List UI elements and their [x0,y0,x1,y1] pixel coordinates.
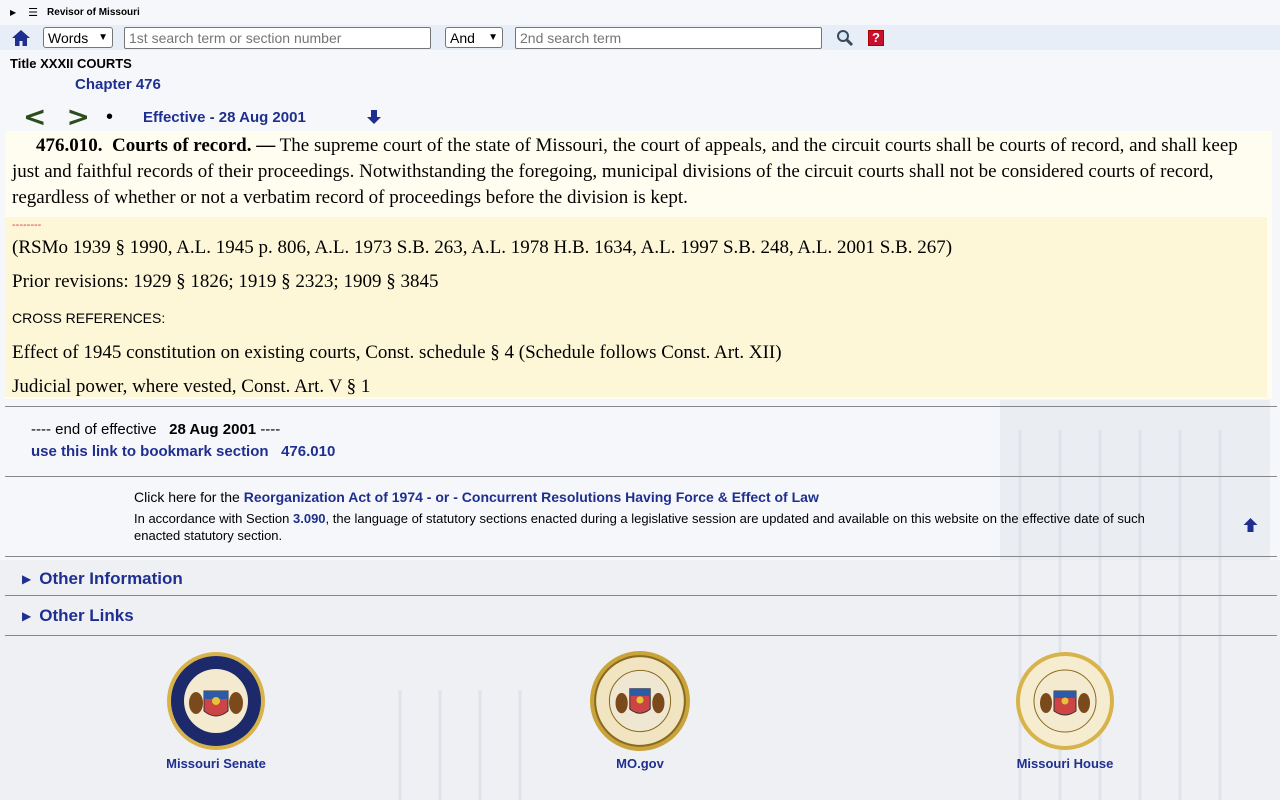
end-of-effective: ---- end of effective 28 Aug 2001 ---- [31,421,281,438]
cross-references-heading: CROSS REFERENCES: [12,310,166,326]
section-number: 476.010. [36,135,103,156]
other-information-toggle[interactable]: ▶ Other Information [22,569,183,589]
section-3090-link[interactable]: 3.090 [293,511,326,526]
section-nav: < > • Effective - 28 Aug 2001 [0,101,1280,133]
arrow-up-icon[interactable] [1242,517,1259,533]
expand-triangle-icon[interactable]: ▶ [10,8,16,17]
missouri-house-link[interactable]: Missouri House [965,650,1165,771]
search-icon[interactable] [836,29,854,47]
title-heading: Title XXXII COURTS [10,56,132,71]
concurrent-resolutions-link[interactable]: Concurrent Resolutions Having Force & Ef… [462,489,819,505]
house-label: Missouri House [1016,756,1114,771]
divider [5,476,1277,477]
senate-label: Missouri Senate [166,756,266,771]
missouri-senate-link[interactable]: Missouri Senate [116,650,316,771]
bookmark-link[interactable]: use this link to bookmark section 476.01… [31,443,335,460]
help-button[interactable]: ? [868,29,884,46]
site-title: Revisor of Missouri [47,7,140,18]
chevron-down-icon: ▼ [98,32,108,43]
house-seal-icon [1016,652,1114,750]
chevron-down-icon: ▼ [488,32,498,43]
next-section-button[interactable]: > [66,103,89,131]
arrow-down-icon[interactable] [366,109,382,125]
divider [5,595,1277,596]
reorg-act-link[interactable]: Reorganization Act of 1974 [244,489,423,505]
section-heading: Courts of record. — [112,135,276,156]
history-citation: (RSMo 1939 § 1990, A.L. 1945 p. 806, A.L… [12,237,953,258]
search-bar: Words ▼ 1st search term or section number… [0,25,1280,50]
other-links-toggle[interactable]: ▶ Other Links [22,606,134,626]
home-icon[interactable] [11,28,31,48]
state-seal-icon [590,651,690,751]
search-mode-select[interactable]: Words ▼ [43,27,113,48]
reorg-notice: Click here for the Reorganization Act of… [134,489,1145,543]
expand-triangle-icon: ▶ [22,609,32,623]
effective-date: Effective - 28 Aug 2001 [142,108,306,126]
current-section-dot[interactable]: • [106,106,113,129]
search-term-2-input[interactable]: 2nd search term [515,26,822,49]
menu-icon[interactable]: ☰ [28,6,38,19]
expand-triangle-icon: ▶ [22,572,32,586]
cross-reference-item: Judicial power, where vested, Const. Art… [12,376,371,397]
senate-seal-icon [167,652,265,750]
chapter-link[interactable]: Chapter 476 [75,76,1280,93]
cross-reference-item: Effect of 1945 constitution on existing … [12,342,782,363]
divider [5,556,1277,557]
reorg-separator: - or - [426,489,458,505]
mogov-label: MO.gov [616,756,664,771]
search-term-1-input[interactable]: 1st search term or section number [124,26,431,49]
prev-section-button[interactable]: < [23,103,46,131]
top-strip: ▶ ☰ Revisor of Missouri [0,0,1280,25]
search-operator-select[interactable]: And ▼ [445,27,503,48]
history-separator: -------- [12,219,42,231]
section-text: 476.010. Courts of record. — The supreme… [12,133,1252,211]
divider [5,406,1277,407]
prior-revisions: Prior revisions: 1929 § 1826; 1919 § 232… [12,271,439,292]
mo-gov-link[interactable]: MO.gov [540,650,740,771]
divider [5,635,1277,636]
